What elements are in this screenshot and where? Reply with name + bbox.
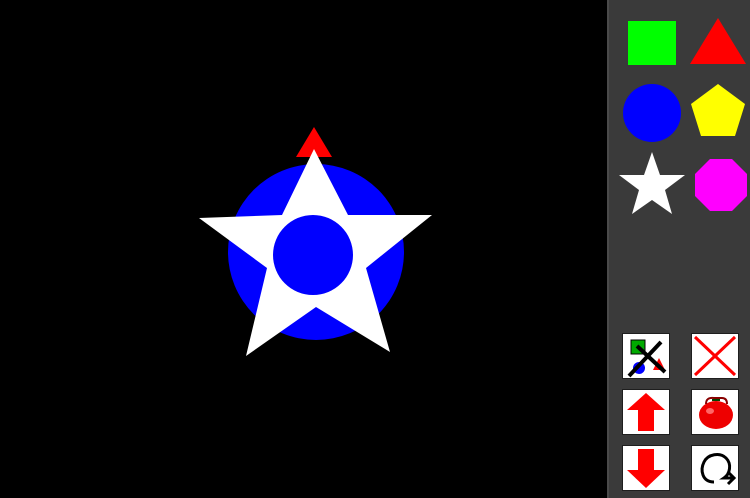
move-up-button[interactable] [622,389,670,435]
red-x-icon [693,335,737,377]
tomato-icon [699,396,733,429]
palette-magenta-octagon[interactable] [695,159,747,211]
up-arrow-icon [627,393,665,431]
down-arrow-icon [627,449,665,488]
clear-shapes-button[interactable] [622,333,670,379]
move-down-button[interactable] [622,445,670,491]
clear-shapes-icon [627,339,667,378]
save-button[interactable] [691,389,739,435]
palette-yellow-pentagon[interactable] [691,84,745,136]
delete-button[interactable] [691,333,739,379]
palette-red-triangle[interactable] [690,18,746,64]
restart-button[interactable] [691,445,739,491]
shape-drawing-app [0,0,750,498]
shape-palette [607,0,750,498]
restart-icon [700,453,737,486]
canvas-small-blue-circle[interactable] [273,215,353,295]
palette-blue-circle[interactable] [623,84,681,142]
palette-white-star[interactable] [619,152,685,214]
palette-green-square[interactable] [628,21,676,65]
drawing-canvas[interactable] [0,0,607,498]
